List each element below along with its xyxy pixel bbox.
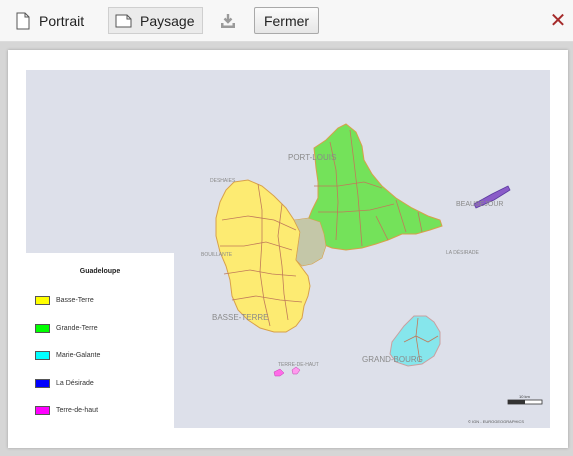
legend-item-basse-terre: Basse-Terre: [35, 295, 94, 305]
legend-swatch-la-desirade: [35, 378, 50, 388]
legend-label-terre-de-haut: Terre-de-haut: [56, 406, 99, 414]
legend-item-grande-terre: Grande-Terre: [35, 323, 98, 333]
label-deshaies: DESHAIES: [210, 178, 236, 184]
label-bouillante: BOUILLANTE: [201, 252, 233, 258]
legend-label-basse-terre: Basse-Terre: [56, 296, 94, 304]
label-basse-terre: BASSE-TERRE: [212, 313, 268, 322]
legend-label-marie-galante: Marie-Galante: [56, 351, 101, 359]
label-port-louis: PORT-LOUIS: [288, 153, 336, 162]
download-icon: [221, 13, 235, 28]
scale-label: 10 km: [519, 394, 531, 399]
legend-swatch-marie-galante: [35, 350, 50, 360]
paysage-label: Paysage: [140, 12, 195, 29]
portrait-label: Portrait: [39, 12, 85, 29]
legend-item-marie-galante: Marie-Galante: [35, 350, 100, 360]
fermer-label: Fermer: [263, 12, 310, 29]
label-la-desirade: LA DÉSIRADE: [446, 249, 479, 256]
legend-item-la-desirade: La Désirade: [35, 378, 94, 388]
legend-label-grande-terre: Grande-Terre: [56, 324, 98, 332]
download-button[interactable]: [214, 7, 242, 34]
connection-strip: [293, 217, 327, 267]
label-beausejour: BEAUSÉJOUR: [456, 199, 503, 208]
portrait-page-icon: [16, 12, 30, 29]
legend-title: Guadeloupe: [79, 268, 121, 275]
close-button[interactable]: ✕: [548, 7, 568, 34]
label-terre-de-haut: TERRE-DE-HAUT: [278, 362, 319, 368]
legend-swatch-terre-de-haut: [35, 405, 50, 415]
landscape-page-icon: [115, 14, 132, 27]
legend-label-la-desirade: La Désirade: [56, 379, 94, 387]
paysage-button[interactable]: Paysage: [108, 7, 203, 34]
legend-swatch-basse-terre: [35, 295, 50, 305]
map-legend: Guadeloupe Basse-Terre Grande-Terre Mari…: [26, 253, 174, 428]
legend-item-terre-de-haut: Terre-de-haut: [35, 405, 98, 415]
label-grand-bourg: GRAND-BOURG: [362, 355, 423, 364]
portrait-button[interactable]: Portrait: [16, 7, 84, 34]
fermer-button[interactable]: Fermer: [254, 7, 319, 34]
close-icon: ✕: [549, 10, 567, 32]
legend-swatch-grande-terre: [35, 323, 50, 333]
print-toolbar: Portrait Paysage Fermer ✕: [0, 0, 573, 42]
map-copyright: © IGN - EUROGEOGRAPHICS: [468, 419, 524, 424]
